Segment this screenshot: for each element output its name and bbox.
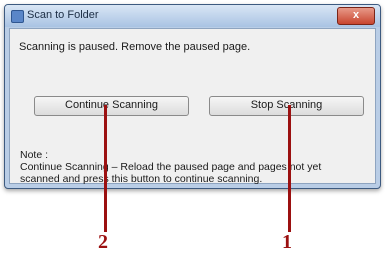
stop-scanning-button[interactable]: Stop Scanning (209, 96, 364, 116)
callout-number-2: 2 (98, 231, 108, 253)
close-button[interactable]: x (337, 7, 375, 25)
note-text: Note : Continue Scanning – Reload the pa… (20, 149, 350, 185)
note-label: Note : (20, 149, 49, 161)
callout-number-1: 1 (282, 231, 292, 253)
status-message: Scanning is paused. Remove the paused pa… (19, 41, 251, 53)
callout-line-1 (288, 105, 291, 232)
note-line-1: Continue Scanning – Reload the paused pa… (20, 161, 322, 173)
app-icon (11, 10, 24, 23)
note-line-2: scanned and press this button to continu… (20, 173, 263, 185)
dialog-content: Scanning is paused. Remove the paused pa… (9, 28, 376, 185)
window-title: Scan to Folder (27, 9, 99, 21)
continue-scanning-button[interactable]: Continue Scanning (34, 96, 189, 116)
title-bar[interactable]: Scan to Folder x (5, 5, 380, 27)
scan-to-folder-window: Scan to Folder x Scanning is paused. Rem… (4, 4, 381, 189)
callout-line-2 (104, 105, 107, 232)
